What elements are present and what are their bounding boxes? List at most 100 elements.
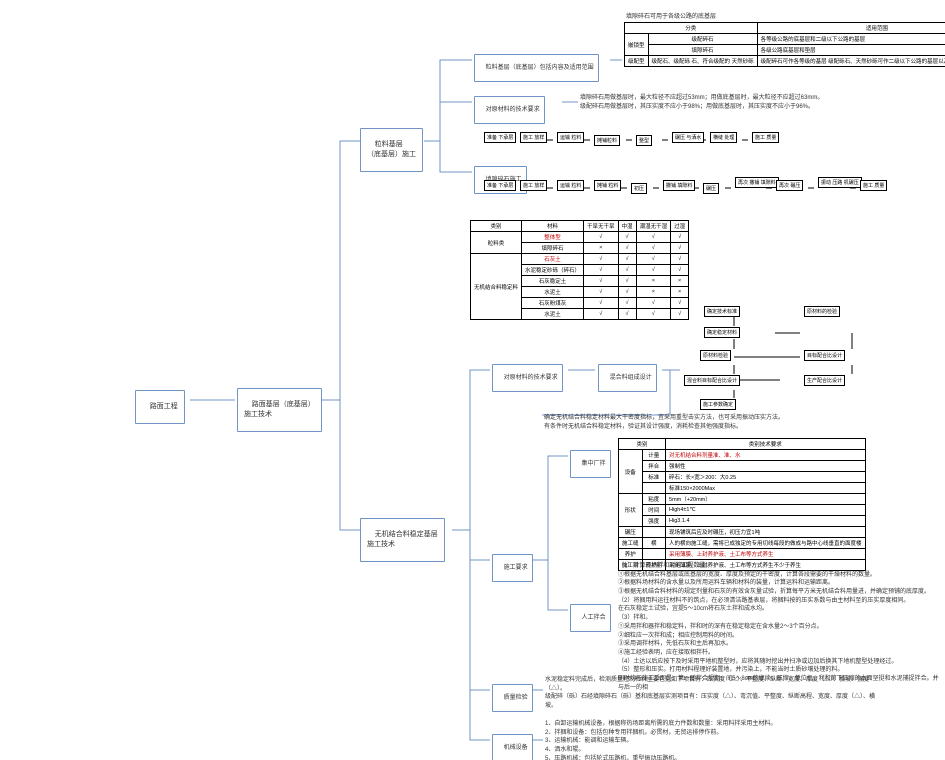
flow2-5: 撒铺 填隙料: [663, 180, 695, 191]
table1: 类别 材料 干旱无干旱 中湿 潮湿无干湿 过湿 粒料类 整体型 √ √ √ √ …: [470, 220, 689, 320]
br2-a-sub-label: 混合料组成设计: [610, 375, 652, 381]
t2c: √: [636, 309, 671, 320]
t3c: 5mm（+20mm）: [666, 494, 866, 505]
br2-b2-node: 人工拌合: [570, 604, 611, 632]
t3c: 养护: [619, 549, 643, 560]
t2c: √: [671, 254, 689, 265]
br2-c-label: 质量检验: [504, 695, 528, 701]
br2-node: 无机结合料稳定基层 施工技术: [360, 518, 445, 562]
flow2-1: 施工 放样: [520, 180, 547, 191]
table2: 类别 类别技术要求 设备 计量 对无机结合料剂量准、准、水 拌合强制性 标准碎石…: [618, 438, 866, 571]
t3c: High4±1℃: [666, 505, 866, 516]
t2c: √: [584, 276, 619, 287]
t1c: 级配碎石可作各等级的基层 级配砾石、天然砂砾可作二级以下公路的基层以及各级公路的…: [757, 56, 945, 67]
flow2-10: 施工 质量: [860, 180, 887, 191]
flow3-l3: 混合料目标配合比设计: [684, 375, 740, 386]
t3c: 强度: [642, 516, 666, 527]
br2-d-node: 机械设备: [492, 734, 533, 760]
t2h: 材料: [522, 221, 584, 232]
flow1-3: 摊铺粒料: [594, 135, 620, 146]
t2h: 中湿: [618, 221, 636, 232]
t1c: 级配碎石: [648, 34, 757, 45]
t2c: √: [584, 254, 619, 265]
t3c: 碎石：长×宽＞200：大0.25: [666, 472, 866, 483]
t2c: 整体型: [522, 232, 584, 243]
t3h: 类别技术要求: [666, 439, 866, 450]
br2-b1-node: 集中厂拌: [570, 450, 611, 478]
t2c: √: [618, 243, 636, 254]
t2c: √: [636, 298, 671, 309]
flow2-7: 再次 撒铺 填隙料: [735, 177, 779, 188]
t2c: √: [636, 232, 671, 243]
t1c: 级配石、级配砾 石、符合级配的 天然砂砾: [648, 56, 757, 67]
flow2-4: 初压: [631, 183, 647, 194]
br2-a-label: 对原材料的技术要求: [504, 375, 558, 381]
br1-a-node: 粒料基层（底基层）包括内容及适用范围: [474, 54, 599, 82]
t1c: 级配型: [625, 56, 649, 67]
t3h: 类别: [619, 439, 666, 450]
flow3-r2: 生产配合比设计: [804, 375, 845, 386]
br1-a-label: 粒料基层（底基层）包括内容及适用范围: [486, 65, 594, 71]
t3c: 粘度: [642, 494, 666, 505]
br2-label: 无机结合料稳定基层 施工技术: [367, 531, 438, 547]
br2-d-label: 机械设备: [504, 745, 528, 751]
flow3-l4: 施工参数确定: [700, 399, 736, 410]
flow1-2: 运输 粒料: [557, 132, 584, 143]
t2c: √: [584, 265, 619, 276]
t3c: 横: [642, 538, 666, 549]
t2c: √: [618, 287, 636, 298]
t3c: [642, 483, 666, 494]
br1-node: 粒料基层 （底基层）施工: [360, 128, 423, 172]
br2-a-sub-node: 混合料组成设计: [598, 364, 657, 392]
t2c: √: [618, 309, 636, 320]
t1h2: 适用范围: [757, 23, 945, 34]
level2-label: 路面基层（底基层） 施工技术: [244, 401, 315, 417]
br1-a-note: 填隙碎石可用于各级公路的底基层: [626, 11, 716, 20]
t3c: 对无机结合料剂量准、准、水: [666, 450, 866, 461]
t2c: 填隙碎石: [522, 243, 584, 254]
br1-a-table: 分类 适用范围 嵌锁型 级配碎石 各等级公路的底基层和二级以下公路的基层 填隙碎…: [624, 22, 945, 67]
t3c: 碾压: [619, 527, 643, 538]
flow2-3: 摊铺 粒料: [594, 180, 621, 191]
t3c: 标准: [642, 472, 666, 483]
flow2-2: 运输 粒料: [557, 180, 584, 191]
root-node: 路面工程: [135, 390, 185, 424]
t2c: √: [671, 265, 689, 276]
flow3-l0: 确定技术标准: [704, 306, 740, 317]
t2c: √: [671, 243, 689, 254]
br2-b2-text: （1）计算现场拌和时的工程数量。 ①根据无机结合料基层或底基层的宽度、厚度及预定…: [618, 562, 943, 692]
br2-a-node: 对原材料的技术要求: [492, 364, 563, 392]
t1h1: 分类: [625, 23, 758, 34]
t1c: 各等级公路的底基层和二级以下公路的基层: [757, 34, 945, 45]
t2c: ×: [671, 287, 689, 298]
t2c: √: [618, 298, 636, 309]
t2h: 干旱无干旱: [584, 221, 619, 232]
br1-b-label: 对原材料的技术要求: [486, 107, 540, 113]
t2c: √: [671, 232, 689, 243]
br2-b-node: 施工要求: [492, 554, 533, 582]
t2c: √: [671, 298, 689, 309]
t2h: 过湿: [671, 221, 689, 232]
t2c: 水泥土: [522, 309, 584, 320]
flow1-5: 碾压 与洒水: [672, 132, 704, 143]
flow1-7: 施工 质量: [752, 132, 779, 143]
t2c: 石灰土: [522, 254, 584, 265]
br2-d-text: 1、自卸运输机械设备，根据称热场距离所需的底力件数和数量：采用料拌采用主材料。 …: [545, 720, 943, 760]
t2c: ×: [636, 276, 671, 287]
t2c: 石灰粉煤灰: [522, 298, 584, 309]
t2c: √: [618, 276, 636, 287]
t3c: 施工缝: [619, 538, 643, 549]
t2c: √: [584, 309, 619, 320]
flow3-r1: 目标配合比设计: [804, 350, 845, 361]
br2-c-node: 质量检验: [492, 684, 533, 712]
t3c: 计量: [642, 450, 666, 461]
br1-label: 粒料基层 （底基层）施工: [367, 141, 416, 157]
flow1-4: 整型: [636, 135, 652, 146]
t3c: 时间: [642, 505, 666, 516]
br2-b2-label: 人工拌合: [582, 615, 606, 621]
flow3-l2: 原材料检验: [700, 350, 731, 361]
t3c: 采用薄膜、上封养护液、土工布等方式养生: [666, 549, 866, 560]
t3c: 拌合: [642, 461, 666, 472]
flow2-9: 振动 压路 机碾压: [818, 177, 862, 188]
t2c: √: [584, 232, 619, 243]
